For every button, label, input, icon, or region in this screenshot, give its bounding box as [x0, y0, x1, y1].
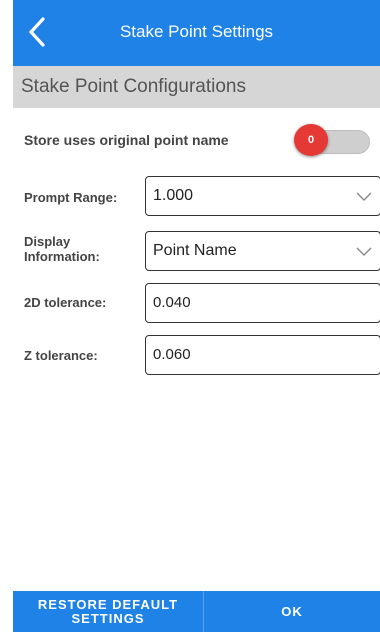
tolerance-z-input[interactable]: 0.060 [145, 335, 380, 375]
footer-bar: RESTORE DEFAULT SETTINGS OK [13, 591, 380, 632]
prompt-range-select[interactable]: 1.000 [145, 176, 380, 216]
header-bar: Stake Point Settings [13, 0, 380, 66]
prompt-range-label: Prompt Range: [24, 190, 118, 205]
store-original-name-toggle[interactable]: 0 [292, 122, 372, 158]
display-information-select[interactable]: Point Name [145, 231, 380, 271]
tolerance-z-label: Z tolerance: [24, 348, 98, 363]
tolerance-2d-value: 0.040 [153, 294, 191, 311]
chevron-down-icon [356, 192, 372, 201]
tolerance-z-value: 0.060 [153, 346, 191, 363]
section-title: Stake Point Configurations [13, 66, 380, 108]
left-edge [0, 0, 13, 632]
ok-button[interactable]: OK [204, 591, 380, 632]
prompt-range-value: 1.000 [153, 187, 194, 204]
display-information-label: Display Information: [24, 234, 100, 264]
restore-default-settings-button[interactable]: RESTORE DEFAULT SETTINGS [13, 591, 203, 632]
app-screen: Stake Point Settings Stake Point Configu… [0, 0, 380, 632]
page-title: Stake Point Settings [119, 22, 274, 41]
tolerance-2d-label: 2D tolerance: [24, 295, 107, 310]
store-original-name-label: Store uses original point name [24, 132, 229, 148]
display-information-value: Point Name [153, 242, 237, 259]
tolerance-2d-input[interactable]: 0.040 [145, 283, 380, 323]
toggle-thumb: 0 [294, 124, 328, 156]
chevron-down-icon [356, 247, 372, 256]
